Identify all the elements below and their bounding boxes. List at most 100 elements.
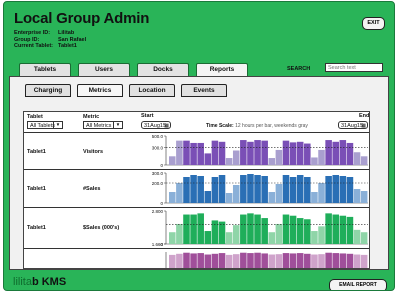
chart-bar	[218, 175, 226, 203]
row-metric-label: $Sales (000's)	[83, 225, 120, 231]
tab-reports[interactable]: Reports	[196, 63, 248, 77]
chart-bar	[304, 177, 311, 203]
brand-prefix: lilita	[13, 276, 32, 288]
chart-bar	[332, 214, 340, 244]
chart-bar	[296, 175, 304, 203]
row-metric-label: Visitors	[83, 149, 104, 155]
chart-bar	[282, 175, 290, 203]
chart-bar	[275, 184, 283, 203]
chart-bar	[268, 232, 276, 244]
row-tablet-label: Tablet1	[27, 225, 46, 231]
end-date-value: 31Aug15	[341, 123, 364, 129]
context-info: Enterprise ID: Lilitab Group ID: San Raf…	[14, 30, 86, 50]
chart-bar	[204, 153, 212, 165]
chart-bar	[339, 176, 347, 203]
chart-bar	[240, 214, 247, 244]
end-date-field[interactable]: 31Aug15 ▦	[338, 121, 368, 129]
y-tick-label: 0	[160, 242, 163, 247]
chart-bar	[346, 253, 354, 268]
row-divider	[24, 169, 369, 170]
main-tabs: Tablets Users Docks Reports	[19, 63, 248, 77]
chart-bar	[261, 253, 268, 268]
chart-bar	[282, 214, 290, 244]
chart-bar	[353, 254, 361, 268]
row-divider	[24, 132, 369, 133]
tab-users[interactable]: Users	[78, 63, 130, 76]
calendar-icon[interactable]: ▦	[164, 122, 169, 130]
tab-location[interactable]: Location	[129, 84, 175, 97]
metrics-table: Tablet All Tablets ▼ Metric All Metrics …	[23, 111, 370, 269]
chart-bar	[268, 192, 276, 203]
chart-bar	[311, 157, 318, 165]
chart-bar	[325, 213, 332, 244]
chart-bar	[211, 140, 219, 165]
row-divider	[24, 207, 369, 208]
row-divider	[24, 248, 369, 249]
email-report-button[interactable]: EMAIL REPORT	[329, 279, 387, 290]
chart-bar	[232, 225, 240, 244]
chart-bar	[318, 183, 325, 203]
chart-bar	[204, 231, 212, 244]
metric-select[interactable]: All Metrics ▼	[83, 121, 123, 129]
search-input[interactable]	[325, 63, 383, 72]
start-date-field[interactable]: 31Aug15 ▦	[141, 121, 171, 129]
chart-bar	[225, 193, 233, 203]
tablet-header: Tablet	[27, 114, 43, 120]
chart-bar	[332, 141, 340, 165]
chart-bar	[268, 254, 276, 268]
chart-bar	[325, 176, 332, 203]
chart-bar	[268, 158, 276, 165]
chart-bar	[218, 253, 226, 268]
chart-bar	[240, 175, 247, 203]
header: Local Group Admin Enterprise ID: Lilitab…	[4, 2, 394, 60]
tablet-select[interactable]: All Tablets ▼	[27, 121, 63, 129]
tab-events[interactable]: Events	[181, 84, 227, 97]
chart-bar	[254, 252, 261, 268]
chart-bar	[304, 143, 311, 165]
chart-bar	[204, 191, 212, 203]
brand-logo: lilitab KMS	[13, 276, 66, 288]
chart-bar	[254, 214, 261, 244]
chart-bar	[304, 219, 311, 244]
chart-bar	[176, 183, 183, 203]
exit-button[interactable]: EXIT	[362, 17, 385, 30]
calendar-icon[interactable]: ▦	[361, 122, 366, 130]
chart-bar	[360, 156, 368, 165]
y-tick-label: 300.0	[152, 146, 164, 151]
tab-tablets[interactable]: Tablets	[19, 63, 71, 76]
row-tablet-label: Tablet1	[27, 186, 46, 192]
chart-bar	[275, 223, 283, 244]
time-scale: Time Scale: 12 hours per bar, weekends g…	[206, 123, 308, 129]
chart-bar	[190, 142, 197, 165]
y-tick-label: 500.0	[152, 134, 164, 139]
chart-bar	[183, 140, 190, 165]
chart-bar	[183, 252, 190, 268]
admin-window: Local Group Admin Enterprise ID: Lilitab…	[3, 1, 395, 291]
metric-header: Metric	[83, 114, 100, 120]
chevron-down-icon: ▼	[113, 122, 122, 128]
y-tick-label: 0	[160, 163, 163, 168]
chart-bar	[261, 140, 268, 165]
chart-bar	[261, 176, 268, 203]
chart-bar	[225, 158, 233, 165]
chart-bar	[176, 253, 183, 268]
chart-bar	[353, 189, 361, 203]
chart-bar	[311, 231, 318, 244]
chart-bar	[197, 176, 204, 203]
chart-bar	[289, 215, 297, 244]
tab-metrics[interactable]: Metrics	[77, 84, 123, 97]
chart-bar	[211, 220, 219, 244]
chart-bar	[296, 218, 304, 244]
chart-bar	[247, 141, 254, 165]
chart-bar	[240, 252, 247, 268]
chart-bar	[176, 223, 183, 244]
chart-bar	[346, 216, 354, 244]
y-tick-label: 2.800	[152, 209, 164, 214]
tab-docks[interactable]: Docks	[137, 63, 189, 76]
y-tick-label: 5.000	[152, 268, 164, 269]
chart-bar	[247, 174, 254, 203]
chart-bar	[332, 253, 340, 268]
chart-bar	[275, 149, 283, 165]
tab-charging[interactable]: Charging	[25, 84, 71, 97]
chart-bar	[204, 254, 212, 268]
